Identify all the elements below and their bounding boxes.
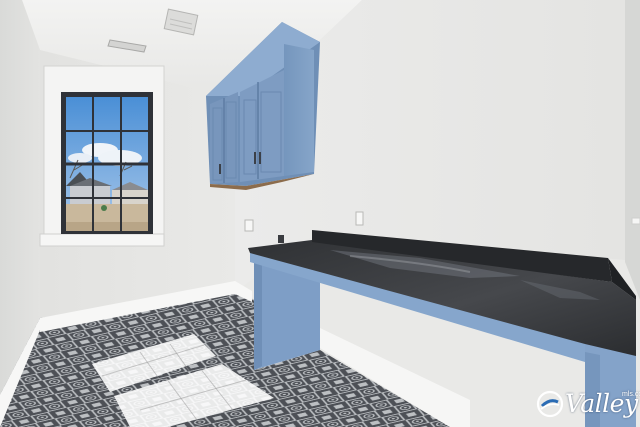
valley-watermark: Valley mls.com — [536, 389, 640, 419]
laundry-room-photo: Valley mls.com — [0, 0, 640, 427]
room-scene — [0, 0, 640, 427]
watermark-suffix: mls.com — [622, 391, 640, 398]
valley-logo-icon — [536, 390, 564, 418]
